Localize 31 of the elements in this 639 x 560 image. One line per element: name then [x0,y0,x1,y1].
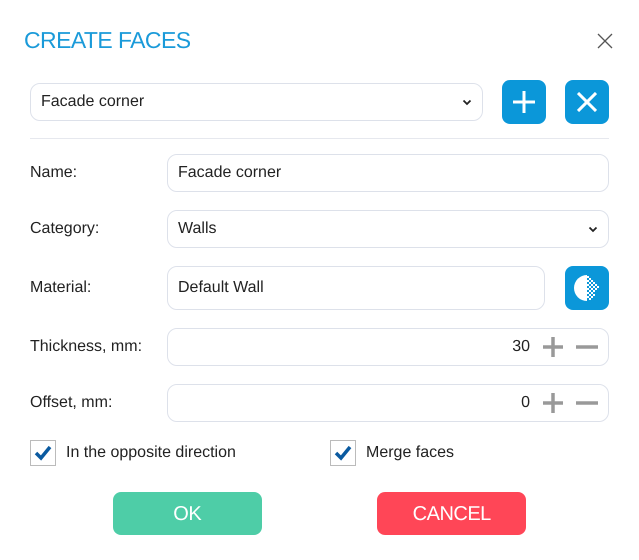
delete-button[interactable] [565,80,609,124]
plus-icon [513,91,535,113]
check-icon [334,445,352,461]
field-label: Offset, mm: [30,393,114,413]
field-label: Thickness, mm: [30,337,144,357]
field-label: Category: [30,219,100,239]
checkbox[interactable] [330,440,356,466]
chevron-down-icon [588,226,598,232]
add-button[interactable] [502,80,546,124]
check-icon [34,445,52,461]
material-field[interactable]: Default Wall [167,266,545,310]
plus-icon[interactable] [542,336,564,358]
field-label: Name: [30,163,78,183]
material-button[interactable] [565,266,609,310]
minus-icon[interactable] [576,345,598,349]
checkbox-label: Merge faces [366,443,454,463]
number-field[interactable]: 30 [167,328,609,366]
checkbox[interactable] [30,440,56,466]
minus-icon[interactable] [576,401,598,405]
field-label: Material: [30,278,92,298]
half-circle-icon [572,273,602,303]
dialog-title: CREATE FACES [24,26,190,56]
plus-icon[interactable] [542,392,564,414]
close-icon [577,92,597,112]
number-field[interactable]: 0 [167,384,609,422]
checkbox-label: In the opposite direction [66,443,236,463]
close-icon[interactable] [597,32,613,48]
chevron-down-icon [462,98,472,106]
preset-dropdown[interactable]: Facade corner [30,83,483,121]
name-field[interactable]: Facade corner [167,154,609,192]
category-dropdown[interactable]: Walls [167,210,609,248]
